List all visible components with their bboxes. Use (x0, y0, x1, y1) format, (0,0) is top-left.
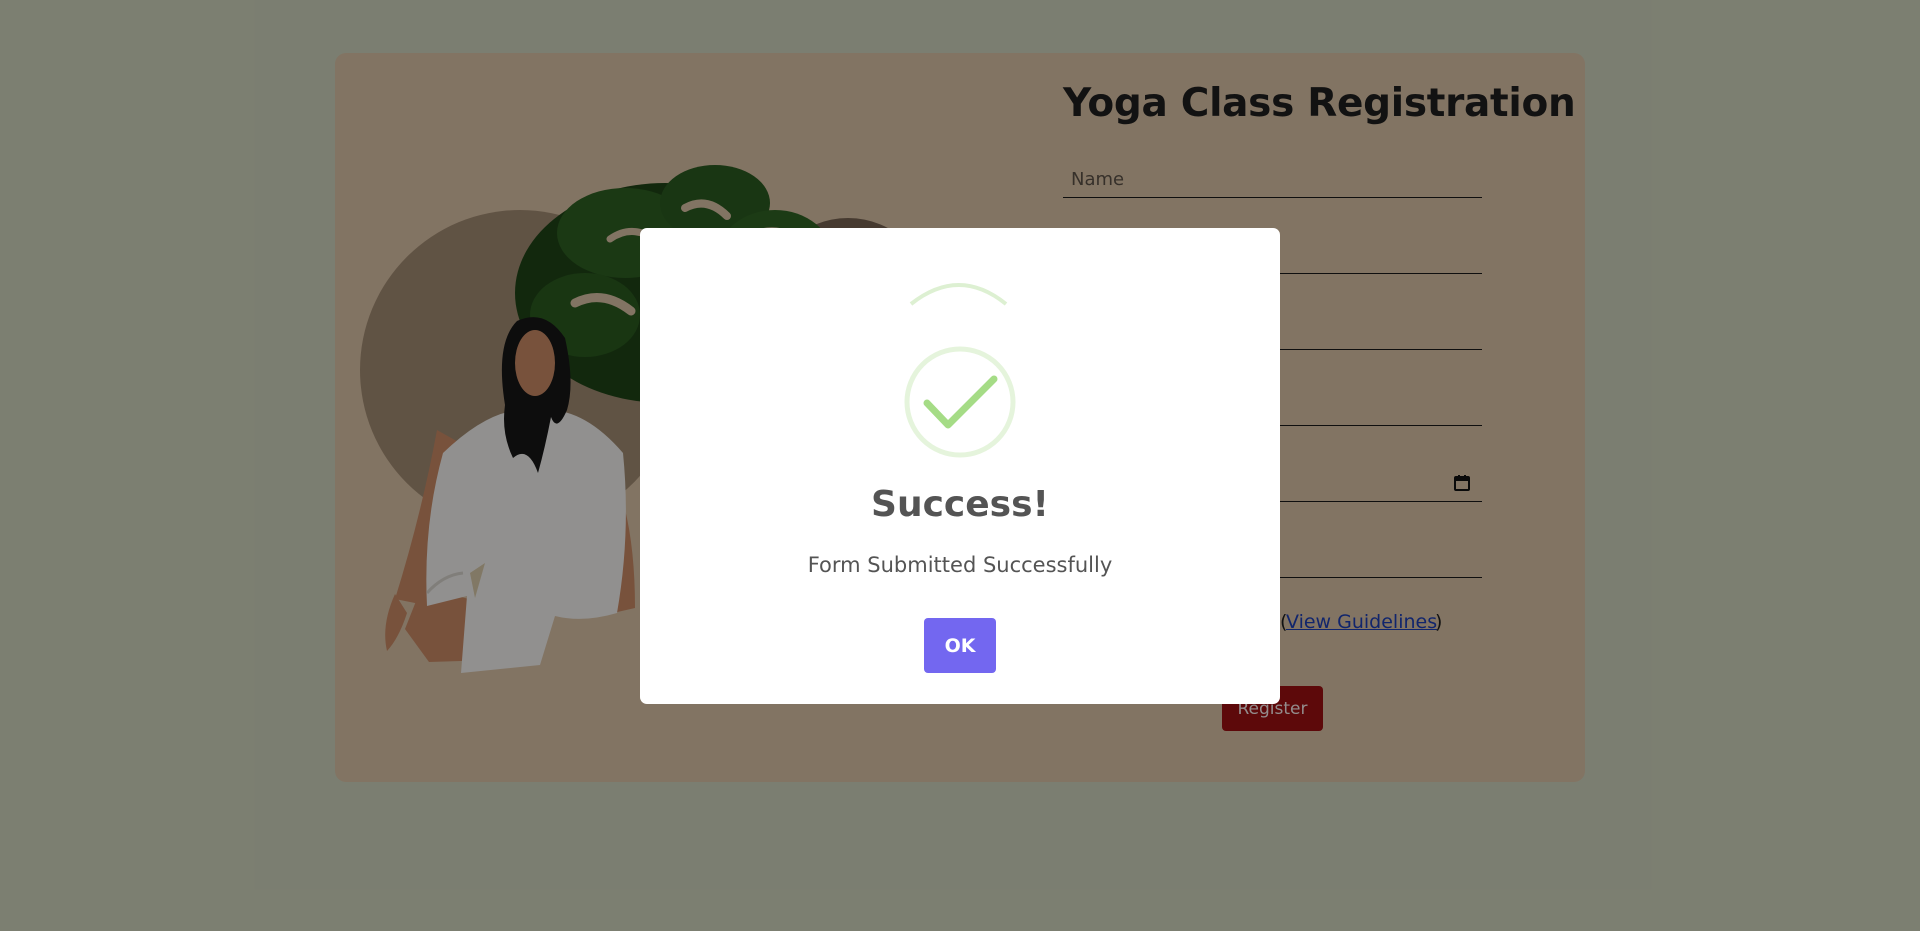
modal-message: Form Submitted Successfully (807, 553, 1113, 577)
ok-button[interactable]: OK (924, 618, 996, 673)
success-check-icon (904, 283, 1016, 458)
success-modal: Success! Form Submitted Successfully OK (640, 228, 1280, 704)
modal-title: Success! (871, 484, 1049, 525)
